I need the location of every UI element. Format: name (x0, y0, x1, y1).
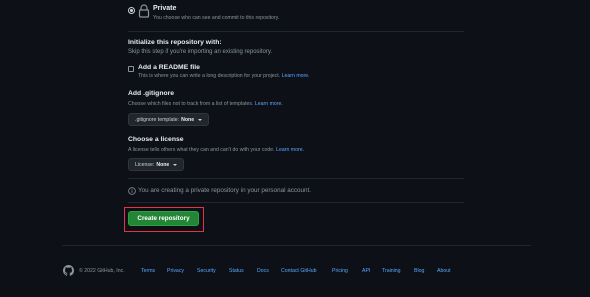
gitignore-learn-more-link[interactable]: Learn more. (255, 101, 283, 107)
license-select[interactable]: License: None (128, 158, 185, 171)
chevron-down-icon (198, 118, 203, 121)
section-divider (128, 178, 464, 179)
footer-link-training[interactable]: Training (382, 268, 401, 274)
license-select-value: None (156, 161, 170, 168)
readme-checkbox[interactable] (128, 66, 134, 72)
footer-link-contact[interactable]: Contact GitHub (281, 268, 316, 274)
readme-desc-text: This is where you can write a long descr… (138, 73, 281, 79)
footer-link-status[interactable]: Status (229, 268, 244, 274)
private-option-description: You choose who can see and commit to thi… (153, 15, 280, 21)
footer-link-docs[interactable]: Docs (257, 268, 269, 274)
info-message: You are creating a private repository in… (138, 187, 312, 194)
license-desc-text: A license tells others what they can and… (128, 147, 275, 153)
license-select-prefix: License: (135, 161, 155, 168)
readme-label[interactable]: Add a README file (138, 64, 200, 71)
gitignore-desc-text: Choose which files not to track from a l… (128, 101, 254, 107)
footer-link-blog[interactable]: Blog (414, 268, 424, 274)
footer-link-privacy[interactable]: Privacy (167, 268, 184, 274)
gitignore-title: Add .gitignore (128, 90, 175, 97)
gitignore-description: Choose which files not to track from a l… (128, 101, 283, 107)
license-title: Choose a license (128, 136, 184, 143)
lock-icon (138, 4, 150, 18)
info-icon (128, 187, 136, 195)
readme-description: This is where you can write a long descr… (138, 73, 310, 79)
readme-learn-more-link[interactable]: Learn more. (282, 73, 310, 79)
section-divider (128, 202, 464, 203)
section-divider (128, 31, 464, 32)
private-radio[interactable] (128, 7, 135, 14)
gitignore-select-value: None (181, 116, 195, 123)
initialize-title: Initialize this repository with: (128, 39, 222, 46)
chevron-down-icon (173, 163, 178, 166)
footer-divider (62, 245, 531, 246)
private-option-title[interactable]: Private (153, 5, 176, 12)
create-repository-button[interactable]: Create repository (128, 211, 199, 226)
footer-link-security[interactable]: Security (197, 268, 216, 274)
footer-copyright: © 2022 GitHub, Inc. (79, 268, 125, 274)
footer-link-about[interactable]: About (437, 268, 451, 274)
license-learn-more-link[interactable]: Learn more. (276, 147, 304, 153)
initialize-subtitle: Skip this step if you're importing an ex… (128, 49, 273, 55)
footer-link-terms[interactable]: Terms (141, 268, 155, 274)
gitignore-template-select[interactable]: .gitignore template: None (128, 113, 210, 126)
github-logo-icon[interactable] (63, 265, 74, 276)
gitignore-select-prefix: .gitignore template: (135, 116, 180, 123)
license-description: A license tells others what they can and… (128, 147, 304, 153)
footer-link-api[interactable]: API (362, 268, 370, 274)
footer-link-pricing[interactable]: Pricing (332, 268, 348, 274)
